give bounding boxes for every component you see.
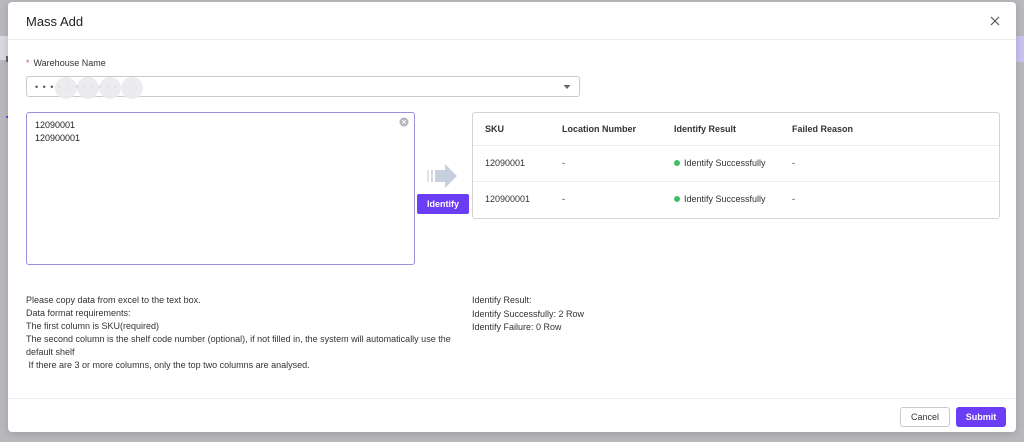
table-row: 12090001 - Identify Successfully - [473, 145, 999, 182]
table-header-row: SKU Location Number Identify Result Fail… [473, 113, 999, 146]
dialog-title: Mass Add [26, 14, 84, 29]
cell-sku: 12090001 [473, 145, 550, 182]
chevron-down-icon [563, 85, 571, 89]
instruction-line: The first column is SKU(required) [26, 321, 160, 331]
identify-summary: Identify Result: Identify Successfully: … [472, 294, 584, 335]
redaction-blur [99, 77, 121, 99]
close-button[interactable] [986, 12, 1004, 30]
identify-result-text: Identify Successfully [684, 194, 766, 205]
submit-button[interactable]: Submit [956, 407, 1006, 427]
column-header-sku: SKU [473, 113, 550, 146]
identify-button[interactable]: Identify [417, 194, 469, 214]
instruction-line: Data format requirements: [26, 308, 131, 318]
cell-identify-result: Identify Successfully [662, 181, 780, 217]
warehouse-name-label: * Warehouse Name [26, 58, 106, 68]
required-mark: * [26, 58, 30, 68]
cell-location-number: - [562, 194, 565, 205]
close-icon [990, 16, 1000, 26]
redaction-blur [55, 77, 77, 99]
column-header-identify-result: Identify Result [662, 113, 780, 146]
sku-input-textarea[interactable]: 12090001 120900001 [26, 112, 415, 265]
cell-identify-result: Identify Successfully [662, 145, 780, 182]
cell-sku: 120900001 [485, 194, 531, 205]
cell-location-number: - [550, 145, 662, 182]
instruction-line: The second column is the shelf code numb… [26, 334, 454, 357]
column-header-location-number: Location Number [550, 113, 662, 146]
cell-failed-reason: - [792, 194, 795, 205]
warehouse-select[interactable]: • • • • 2-• • • • • • [26, 76, 580, 99]
cell-failed-reason: - [780, 145, 999, 182]
dialog-header: Mass Add [8, 2, 1016, 40]
column-header-failed-reason: Failed Reason [780, 113, 999, 146]
arrow-right-icon [427, 164, 457, 188]
table-row: 120900001 - Identify Successfully - [473, 181, 999, 217]
summary-heading: Identify Result: [472, 295, 532, 305]
success-status-dot [674, 195, 680, 202]
warehouse-name-label-text: Warehouse Name [33, 58, 106, 68]
dialog-footer: Cancel Submit [8, 398, 1016, 432]
summary-failure-count: Identify Failure: 0 Row [472, 322, 562, 332]
mass-add-dialog: Mass Add *Warehouse Name • • • • 2-• • •… [8, 2, 1016, 432]
redaction-blur [121, 77, 143, 99]
identify-results-table: SKU Location Number Identify Result Fail… [472, 112, 1000, 219]
clear-icon[interactable] [399, 117, 409, 127]
success-status-dot [674, 159, 680, 166]
redaction-blur [77, 77, 99, 99]
instruction-line: Please copy data from excel to the text … [26, 295, 201, 305]
instruction-line: If there are 3 or more columns, only the… [26, 360, 310, 370]
cancel-button[interactable]: Cancel [900, 407, 950, 427]
background-page-button-edge [1016, 36, 1024, 62]
summary-success-count: Identify Successfully: 2 Row [472, 308, 585, 319]
identify-result-text: Identify Successfully [684, 158, 766, 168]
format-instructions: Please copy data from excel to the text … [26, 294, 456, 372]
